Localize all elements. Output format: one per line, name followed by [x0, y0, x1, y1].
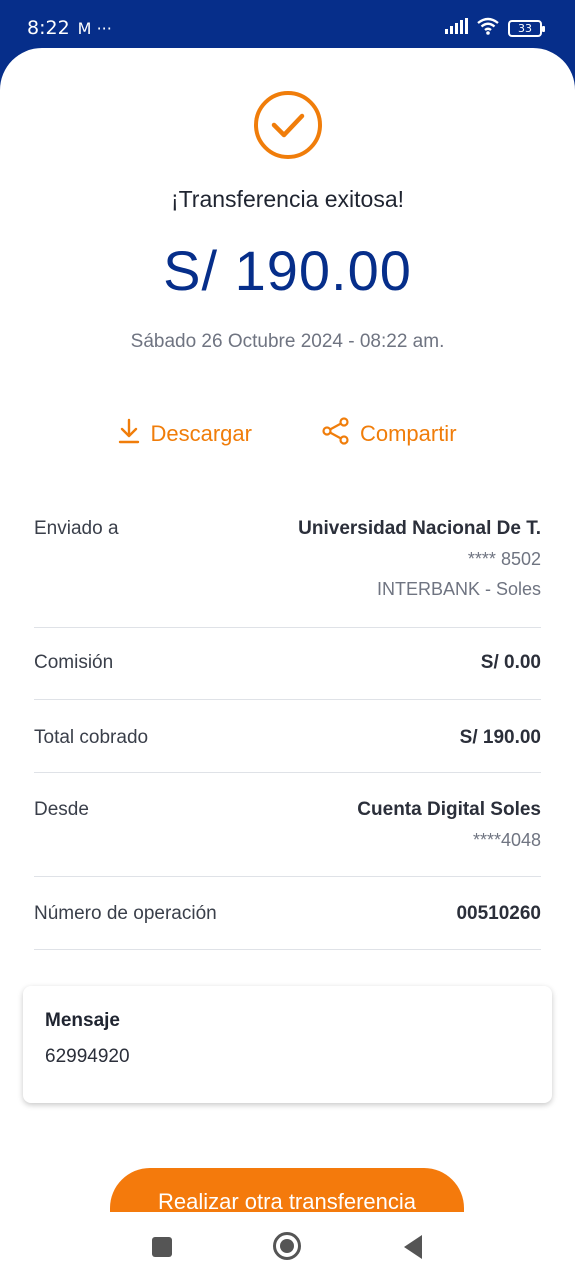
- share-label: Compartir: [359, 421, 457, 446]
- wifi-icon: [476, 17, 500, 40]
- total-label: Total cobrado: [34, 727, 149, 748]
- source-account-number: ****4048: [472, 830, 541, 850]
- recipient-bank: INTERBANK - Soles: [376, 579, 541, 599]
- detail-row-operation: Número de operación 00510260: [34, 877, 541, 950]
- share-icon: [322, 417, 350, 451]
- detail-row-total: Total cobrado S/ 190.00: [34, 700, 541, 773]
- message-text: 62994920: [45, 1046, 130, 1067]
- success-check-icon: [252, 89, 324, 161]
- status-right: 33: [444, 17, 545, 40]
- status-left: 8:22 M ···: [27, 17, 112, 39]
- recipient-name: Universidad Nacional De T.: [298, 518, 541, 539]
- total-value: S/ 190.00: [459, 727, 541, 748]
- sent-to-label: Enviado a: [34, 518, 119, 539]
- status-time: 8:22: [27, 17, 70, 39]
- operation-label: Número de operación: [34, 903, 217, 924]
- detail-row-from: Desde Cuenta Digital Soles ****4048: [34, 773, 541, 877]
- new-transfer-button[interactable]: Realizar otra transferencia: [110, 1168, 464, 1216]
- back-button[interactable]: [402, 1234, 424, 1265]
- commission-value: S/ 0.00: [480, 652, 541, 673]
- message-title: Mensaje: [45, 1010, 120, 1031]
- commission-label: Comisión: [34, 652, 114, 673]
- notification-icons: M ···: [77, 18, 112, 38]
- transfer-date: Sábado 26 Octubre 2024 - 08:22 am.: [130, 331, 445, 352]
- receipt-actions: Descargar Compartir: [0, 417, 575, 451]
- download-icon: [118, 418, 140, 450]
- download-label: Descargar: [150, 421, 252, 446]
- detail-row-commission: Comisión S/ 0.00: [34, 628, 541, 700]
- from-label: Desde: [34, 799, 89, 820]
- message-card: Mensaje 62994920: [23, 986, 552, 1103]
- signal-icon: [444, 18, 468, 39]
- system-nav-bar: [0, 1212, 575, 1280]
- detail-row-sent-to: Enviado a Universidad Nacional De T. ***…: [34, 504, 541, 628]
- download-button[interactable]: Descargar: [118, 417, 252, 451]
- sent-to-value: Universidad Nacional De T. **** 8502 INT…: [298, 518, 541, 600]
- recent-apps-button[interactable]: [151, 1236, 173, 1263]
- transfer-amount: S/ 190.00: [163, 239, 412, 302]
- page-title: ¡Transferencia exitosa!: [170, 186, 405, 212]
- battery-icon: 33: [508, 20, 545, 37]
- home-button[interactable]: [272, 1231, 302, 1266]
- from-value: Cuenta Digital Soles ****4048: [357, 799, 541, 851]
- transfer-details: Enviado a Universidad Nacional De T. ***…: [34, 504, 541, 950]
- source-account-name: Cuenta Digital Soles: [357, 799, 541, 820]
- receipt-sheet: ¡Transferencia exitosa! S/ 190.00 Sábado…: [0, 48, 575, 1280]
- share-button[interactable]: Compartir: [322, 417, 457, 451]
- recipient-account: **** 8502: [467, 549, 541, 569]
- operation-value: 00510260: [456, 903, 541, 924]
